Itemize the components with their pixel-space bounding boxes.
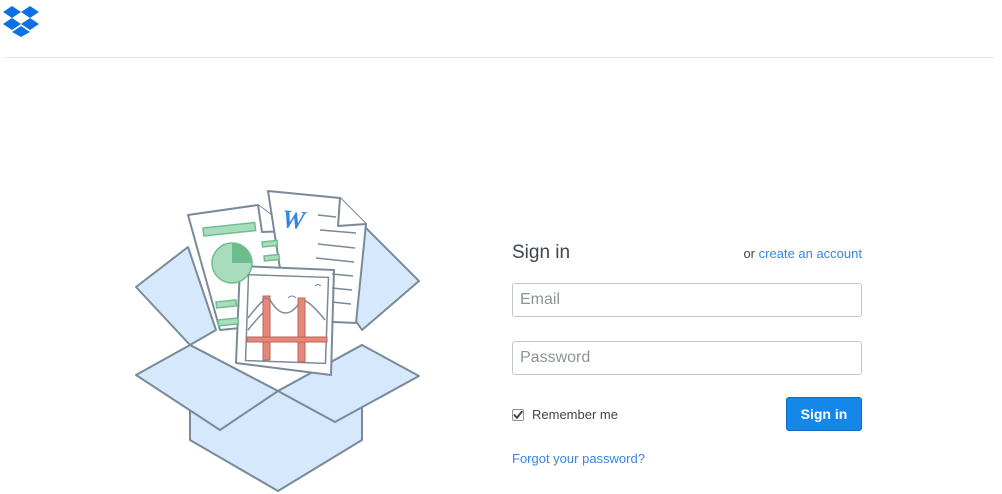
- remember-me-row: Remember me: [512, 407, 618, 422]
- create-account-link[interactable]: create an account: [759, 246, 862, 261]
- open-box-with-files-illustration: W: [135, 190, 420, 492]
- header-divider: [4, 57, 994, 58]
- email-input[interactable]: [512, 283, 862, 317]
- dropbox-logo-icon[interactable]: [3, 5, 39, 37]
- or-text: or: [743, 246, 756, 261]
- remember-me-checkbox[interactable]: [512, 408, 524, 421]
- forgot-password-link[interactable]: Forgot your password?: [512, 451, 645, 467]
- signin-title: Sign in: [512, 242, 571, 263]
- checkmark-icon: [513, 410, 523, 419]
- password-input[interactable]: [512, 341, 862, 375]
- word-doc-letter: W: [281, 204, 308, 235]
- signin-button[interactable]: Sign in: [786, 397, 862, 431]
- create-account-row: or create an account: [743, 246, 862, 262]
- top-header: [0, 0, 1002, 57]
- remember-me-label: Remember me: [532, 407, 618, 422]
